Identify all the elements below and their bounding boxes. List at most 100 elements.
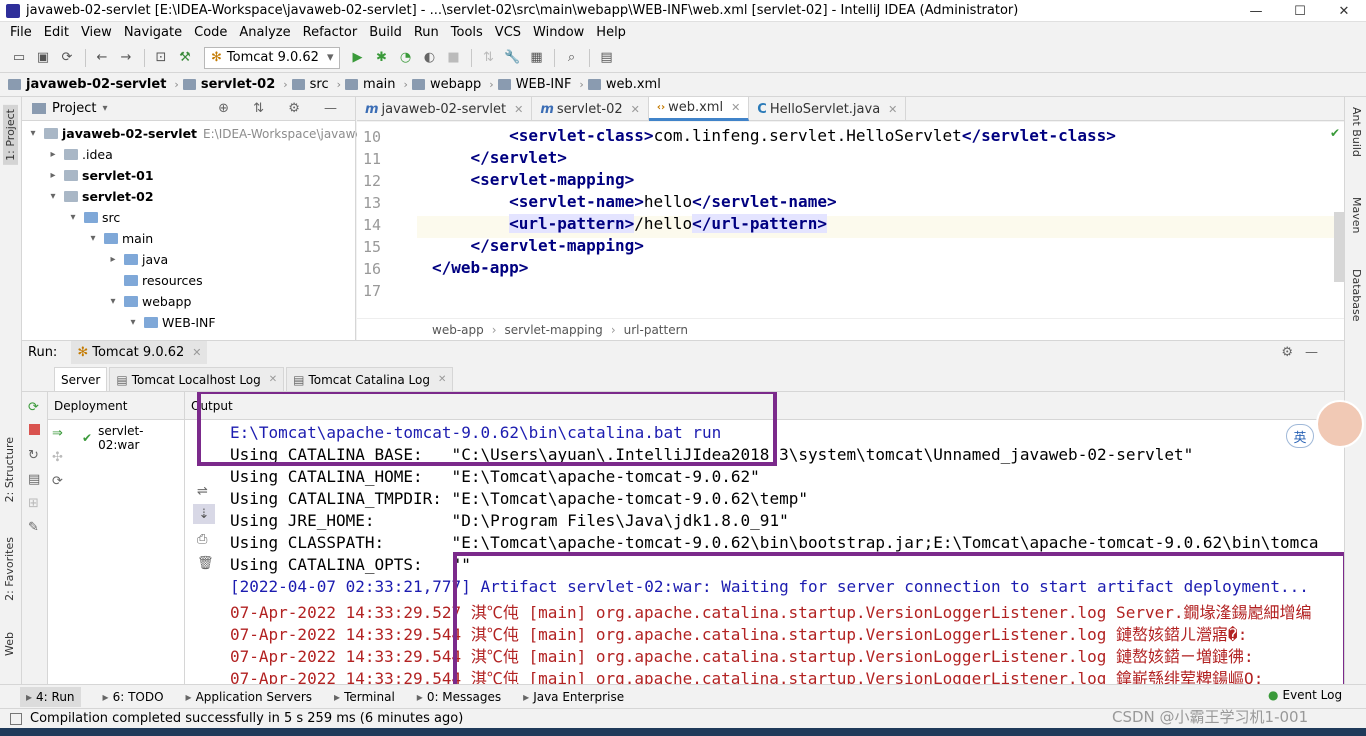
deployment-item[interactable]: ✔ servlet-02:war [82, 424, 184, 452]
coverage-icon[interactable]: ◔ [394, 47, 416, 69]
open-folder-icon[interactable]: ▭ [8, 47, 30, 69]
tree-node[interactable]: ▾ src [66, 207, 120, 228]
menu-navigate[interactable]: Navigate [118, 25, 188, 40]
tree-node[interactable]: ▸ servlet-01 [46, 165, 153, 186]
editor-tab[interactable]: C HelloServlet.java ✕ [749, 97, 907, 121]
editor-crumb[interactable]: url-pattern [624, 323, 688, 337]
tool-tab-database[interactable]: Database [1350, 269, 1363, 322]
run-subtab[interactable]: ▤ Tomcat Catalina Log ✕ [286, 367, 454, 391]
debug-icon[interactable]: ✱ [370, 47, 392, 69]
tree-node[interactable]: ▾ main [86, 228, 153, 249]
run-subtab[interactable]: Server [54, 367, 108, 391]
close-icon[interactable]: ✕ [438, 374, 446, 385]
menu-edit[interactable]: Edit [38, 25, 75, 40]
editor-tab[interactable]: ‹› web.xml ✕ [648, 97, 750, 121]
menu-window[interactable]: Window [527, 25, 590, 40]
breadcrumb-item[interactable]: javaweb-02-servlet [8, 77, 166, 92]
menu-vcs[interactable]: VCS [489, 25, 527, 40]
editor-tab[interactable]: m servlet-02 ✕ [532, 97, 649, 121]
run-icon[interactable]: ▶ [346, 47, 368, 69]
code-editor[interactable]: 10 <servlet-class>com.linfeng.servlet.He… [357, 122, 1344, 318]
code-line[interactable]: <servlet-name>hello</servlet-name> [432, 192, 837, 211]
chevron-down-icon[interactable]: ▾ [26, 128, 40, 139]
bottom-tab[interactable]: ▸ 4: Run [20, 686, 81, 707]
tree-node[interactable]: ▸ .idea [46, 144, 112, 165]
code-line[interactable]: <servlet-mapping> [432, 170, 635, 189]
breadcrumb-item[interactable]: WEB-INF [497, 77, 571, 92]
output-console[interactable]: Output E:\Tomcat\apache-tomcat-9.0.62\bi… [185, 392, 1344, 684]
tasks-icon[interactable]: ▤ [595, 47, 617, 69]
bottom-tab[interactable]: ▸ 0: Messages [417, 690, 501, 704]
bottom-tab[interactable]: ▸ Terminal [334, 690, 395, 704]
close-icon[interactable]: ✕ [631, 103, 640, 116]
rerun-icon[interactable]: ⟳ [28, 400, 39, 415]
close-icon[interactable]: ✕ [888, 103, 897, 116]
close-icon[interactable]: ✕ [731, 101, 740, 114]
sync-icon[interactable]: ⟳ [56, 47, 78, 69]
close-icon[interactable]: ✕ [192, 346, 201, 359]
project-header-actions-icon[interactable]: ⊕ ⇅ ⚙ — [218, 101, 347, 116]
chevron-down-icon[interactable]: ▾ [106, 296, 120, 307]
clear-all-icon[interactable]: 🗑 [197, 556, 214, 571]
tool-tab-project[interactable]: 1: Project [3, 105, 18, 165]
hammer-build-icon[interactable]: ⚒ [174, 47, 196, 69]
menu-view[interactable]: View [75, 25, 118, 40]
tree-node[interactable]: ▾ webapp [106, 291, 191, 312]
tool-tab-favorites[interactable]: 2: Favorites [3, 537, 16, 601]
chevron-down-icon[interactable]: ▾ [66, 212, 80, 223]
tool-tab-structure[interactable]: 2: Structure [3, 437, 16, 502]
back-icon[interactable]: ← [91, 47, 113, 69]
ime-indicator[interactable]: 英 [1286, 424, 1314, 448]
chevron-right-icon[interactable]: ▸ [46, 149, 60, 160]
forward-icon[interactable]: → [115, 47, 137, 69]
status-toggle-icon[interactable] [10, 712, 22, 725]
bottom-tab[interactable]: ▸ Java Enterprise [523, 690, 624, 704]
maximize-button[interactable]: ☐ [1278, 0, 1322, 22]
code-line[interactable]: <url-pattern>/hello</url-pattern> [432, 214, 827, 233]
menu-analyze[interactable]: Analyze [233, 25, 296, 40]
dump-threads-icon[interactable]: ⊞ [28, 496, 39, 511]
bottom-tab[interactable]: ▸ Application Servers [186, 690, 313, 704]
pin-icon[interactable]: ✎ [28, 520, 39, 535]
code-line[interactable]: </web-app> [432, 258, 528, 277]
menu-tools[interactable]: Tools [445, 25, 489, 40]
tree-node[interactable]: ▾ WEB-INF [126, 312, 215, 333]
editor-crumb[interactable]: web-app [432, 323, 484, 337]
chevron-right-icon[interactable]: ▸ [46, 170, 60, 181]
project-header-label[interactable]: Project [52, 101, 96, 116]
breadcrumb-item[interactable]: webapp [411, 77, 481, 92]
run-config-select[interactable]: ✻ Tomcat 9.0.62 ▾ [204, 46, 341, 69]
layout-icon[interactable]: ▤ [28, 472, 40, 487]
deploy-icon[interactable]: ⇒ [52, 426, 63, 441]
chevron-right-icon[interactable]: ▸ [106, 254, 120, 265]
profile-icon[interactable]: ◐ [418, 47, 440, 69]
tool-tab-maven[interactable]: Maven [1350, 197, 1363, 233]
code-line[interactable]: </servlet> [432, 148, 567, 167]
editor-crumb[interactable]: servlet-mapping [505, 323, 603, 337]
settings-wrench-icon[interactable]: 🔧 [501, 47, 523, 69]
tool-tab-web[interactable]: Web [3, 632, 16, 656]
editor-tab[interactable]: m javaweb-02-servlet ✕ [357, 97, 533, 121]
stop-icon[interactable]: ■ [442, 47, 464, 69]
update-icon[interactable]: ↻ [28, 448, 39, 463]
code-line[interactable]: </servlet-mapping> [432, 236, 644, 255]
close-icon[interactable]: ✕ [514, 103, 523, 116]
run-config-tab[interactable]: ✻ Tomcat 9.0.62 ✕ [71, 340, 208, 365]
editor-scrollbar[interactable] [1334, 212, 1344, 282]
tree-node[interactable]: resources [106, 270, 203, 291]
structure-icon[interactable]: ⊡ [150, 47, 172, 69]
stop-icon[interactable] [29, 424, 40, 435]
refresh-icon[interactable]: ⟳ [52, 474, 63, 489]
event-log[interactable]: ● Event Log [1268, 688, 1342, 702]
tool-tab-ant-build[interactable]: Ant Build [1350, 107, 1363, 157]
chevron-down-icon[interactable]: ▾ [86, 233, 100, 244]
menu-build[interactable]: Build [363, 25, 408, 40]
chevron-down-icon[interactable]: ▾ [46, 191, 60, 202]
chevron-down-icon[interactable]: ▾ [126, 317, 140, 328]
project-structure-icon[interactable]: ▦ [525, 47, 547, 69]
soft-wrap-icon[interactable]: ⇌ [197, 484, 208, 499]
search-icon[interactable]: ⌕ [560, 47, 582, 69]
tree-node[interactable]: ▾ javaweb-02-servlet E:\IDEA-Workspace\jav… [26, 123, 382, 144]
tree-node[interactable]: ▸ java [106, 249, 168, 270]
breadcrumb-item[interactable]: main [345, 77, 396, 92]
